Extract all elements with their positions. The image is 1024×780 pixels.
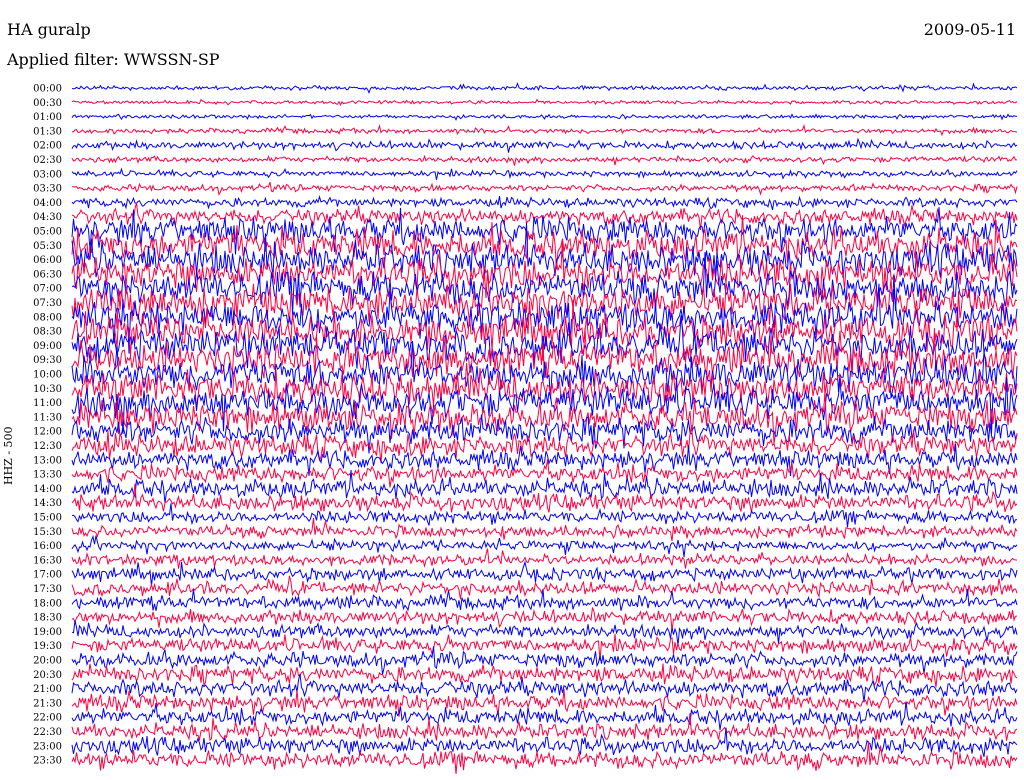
row-label: 07:30 (33, 298, 62, 309)
row-label: 19:30 (33, 641, 62, 652)
row-label: 06:00 (33, 255, 62, 266)
trace-row-1530 (71, 517, 1018, 542)
trace-row-0230 (71, 154, 1017, 166)
trace-row-0300 (71, 167, 1018, 180)
row-label: 08:30 (33, 327, 62, 338)
row-label: 21:30 (33, 698, 62, 709)
row-label: 02:30 (33, 155, 62, 166)
row-label: 04:00 (33, 198, 62, 209)
row-label: 21:00 (33, 684, 62, 695)
trace-row-1630 (71, 548, 1018, 569)
trace-row-1700 (71, 560, 1018, 586)
row-label: 16:30 (33, 555, 62, 566)
row-label: 23:00 (33, 741, 62, 752)
row-label: 08:00 (33, 312, 62, 323)
trace-row-1400 (71, 470, 1018, 504)
row-label: 16:00 (33, 541, 62, 552)
row-label: 15:30 (33, 527, 62, 538)
row-label: 03:00 (33, 169, 62, 180)
trace-row-0330 (71, 181, 1018, 196)
row-label: 03:30 (33, 184, 62, 195)
row-label: 00:00 (33, 84, 62, 95)
row-label: 06:30 (33, 269, 62, 280)
row-label: 01:30 (33, 126, 62, 137)
trace-row-0000 (71, 82, 1018, 95)
trace-row-1830 (71, 607, 1018, 631)
row-label-group: 00:00 00:30 01:00 01:30 02:00 02:30 03:00 03:30… (33, 84, 62, 767)
trace-row-2030 (71, 663, 1018, 688)
row-label: 17:30 (33, 584, 62, 595)
trace-row-0130 (71, 123, 1018, 137)
row-label: 15:00 (33, 513, 62, 524)
row-label: 10:00 (33, 370, 62, 381)
row-label: 12:00 (33, 427, 62, 438)
row-label: 22:30 (33, 727, 62, 738)
trace-row-1730 (71, 575, 1018, 600)
row-label: 13:00 (33, 455, 62, 466)
row-label: 09:30 (33, 355, 62, 366)
row-label: 11:30 (33, 412, 62, 423)
row-label: 22:00 (33, 713, 62, 724)
row-label: 19:00 (33, 627, 62, 638)
row-label: 01:00 (33, 112, 62, 123)
helicorder-plot: 00:00 00:30 01:00 01:30 02:00 02:30 03:00 03:30… (33, 82, 1018, 774)
row-label: 14:30 (33, 498, 62, 509)
row-label: 04:30 (33, 212, 62, 223)
trace-row-0030 (71, 98, 1018, 107)
row-label: 14:00 (33, 484, 62, 495)
row-label: 23:30 (33, 756, 62, 767)
row-label: 12:30 (33, 441, 62, 452)
trace-group (71, 82, 1018, 774)
row-label: 07:00 (33, 284, 62, 295)
trace-row-1330 (71, 459, 1018, 488)
row-label: 02:00 (33, 141, 62, 152)
trace-row-0100 (71, 113, 1017, 121)
row-label: 10:30 (33, 384, 62, 395)
trace-row-0200 (71, 137, 1018, 153)
row-label: 17:00 (33, 570, 62, 581)
row-label: 20:30 (33, 670, 62, 681)
trace-row-1500 (71, 503, 1018, 528)
row-label: 05:00 (33, 227, 62, 238)
trace-row-2000 (71, 646, 1018, 675)
trace-row-0400 (71, 194, 1018, 211)
row-label: 09:00 (33, 341, 62, 352)
row-label: 05:30 (33, 241, 62, 252)
row-label: 13:30 (33, 470, 62, 481)
row-label: 11:00 (33, 398, 62, 409)
trace-row-1430 (71, 483, 1018, 513)
row-label: 18:00 (33, 598, 62, 609)
row-label: 00:30 (33, 98, 62, 109)
row-label: 18:30 (33, 613, 62, 624)
row-label: 20:00 (33, 656, 62, 667)
